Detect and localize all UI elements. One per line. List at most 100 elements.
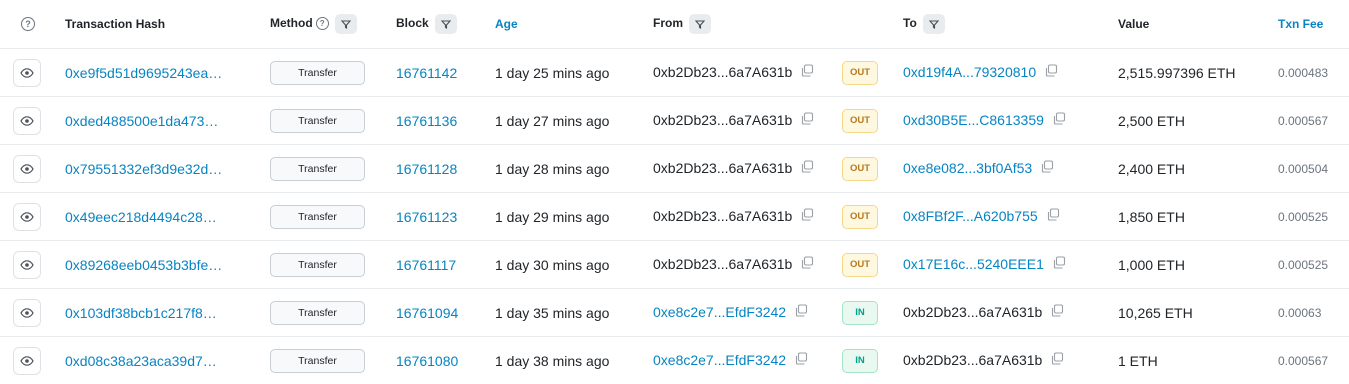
method-filter-icon[interactable] bbox=[334, 14, 357, 34]
view-details-button[interactable] bbox=[13, 250, 41, 279]
to-address-text[interactable]: 0xe8e082...3bf0Af53 bbox=[903, 160, 1032, 176]
copy-icon[interactable] bbox=[800, 255, 814, 274]
method-badge: Transfer bbox=[270, 204, 365, 229]
method-help-icon[interactable]: ? bbox=[315, 17, 329, 31]
to-address-text: 0xb2Db23...6a7A631b bbox=[903, 303, 1043, 320]
value-text: 1,000 ETH bbox=[1118, 256, 1185, 273]
view-details-button[interactable] bbox=[13, 202, 41, 231]
block-link[interactable]: 16761128 bbox=[396, 161, 457, 177]
direction-label: IN bbox=[842, 300, 878, 325]
header-txn-hash: Transaction Hash bbox=[65, 17, 166, 31]
method-label: Transfer bbox=[270, 348, 365, 373]
direction-badge: OUT bbox=[842, 204, 878, 229]
from-address: 0xb2Db23...6a7A631b bbox=[653, 207, 814, 226]
copy-icon[interactable] bbox=[1052, 255, 1066, 274]
header-to-label: To bbox=[903, 16, 917, 31]
header-age-toggle[interactable]: Age bbox=[495, 17, 518, 31]
txn-hash-link[interactable]: 0x89268eeb0453b3bfe… bbox=[65, 257, 222, 273]
copy-icon[interactable] bbox=[800, 63, 814, 82]
txn-fee-text: 0.000504 bbox=[1278, 161, 1329, 176]
table-row: 0x89268eeb0453b3bfe… Transfer 16761117 1 da… bbox=[0, 241, 1349, 289]
txn-hash-link[interactable]: 0xded488500e1da473… bbox=[65, 113, 218, 129]
direction-label: OUT bbox=[842, 252, 878, 277]
age-text: 1 day 38 mins ago bbox=[495, 352, 610, 369]
direction-badge: OUT bbox=[842, 60, 878, 85]
method-badge: Transfer bbox=[270, 300, 365, 325]
view-details-button[interactable] bbox=[13, 346, 41, 375]
value-text: 1,850 ETH bbox=[1118, 208, 1185, 225]
from-address: 0xe8c2e7...EfdF3242 bbox=[653, 351, 808, 370]
block-filter-icon[interactable] bbox=[434, 14, 457, 34]
block-link[interactable]: 16761080 bbox=[396, 353, 458, 369]
direction-label: OUT bbox=[842, 204, 878, 229]
from-address-text: 0xb2Db23...6a7A631b bbox=[653, 159, 793, 176]
to-address-text[interactable]: 0x17E16c...5240EEE1 bbox=[903, 256, 1044, 272]
eye-icon bbox=[13, 298, 41, 327]
copy-icon[interactable] bbox=[800, 159, 814, 178]
copy-icon[interactable] bbox=[1050, 303, 1064, 322]
from-address-text: 0xb2Db23...6a7A631b bbox=[653, 111, 793, 128]
from-address-text[interactable]: 0xe8c2e7...EfdF3242 bbox=[653, 304, 786, 320]
to-address: 0xe8e082...3bf0Af53 bbox=[903, 159, 1054, 178]
age-text: 1 day 29 mins ago bbox=[495, 208, 610, 225]
to-address: 0x8FBf2F...A620b755 bbox=[903, 207, 1060, 226]
copy-icon[interactable] bbox=[1050, 351, 1064, 370]
copy-icon[interactable] bbox=[794, 303, 808, 322]
copy-icon[interactable] bbox=[1046, 207, 1060, 226]
to-filter-icon[interactable] bbox=[922, 14, 945, 34]
view-details-button[interactable] bbox=[13, 298, 41, 327]
table-body: 0xe9f5d51d9695243ea… Transfer 16761142 1 da… bbox=[0, 49, 1349, 384]
header-from-label: From bbox=[653, 16, 683, 31]
block-link[interactable]: 16761123 bbox=[396, 209, 457, 225]
table-row: 0xded488500e1da473… Transfer 16761136 1 day… bbox=[0, 97, 1349, 145]
txn-hash-link[interactable]: 0x103df38bcb1c217f8… bbox=[65, 305, 217, 321]
header-txn-fee-toggle[interactable]: Txn Fee bbox=[1278, 17, 1323, 31]
copy-icon[interactable] bbox=[794, 351, 808, 370]
value-text: 10,265 ETH bbox=[1118, 304, 1193, 321]
from-filter-icon[interactable] bbox=[689, 14, 711, 34]
txn-hash-link[interactable]: 0x49eec218d4494c28… bbox=[65, 209, 217, 225]
block-link[interactable]: 16761117 bbox=[396, 257, 456, 273]
to-address: 0xb2Db23...6a7A631b bbox=[903, 351, 1064, 370]
from-address-text: 0xb2Db23...6a7A631b bbox=[653, 255, 793, 272]
value-text: 2,515.997396 ETH bbox=[1118, 64, 1236, 81]
to-address: 0xd19f4A...79320810 bbox=[903, 63, 1058, 82]
help-icon[interactable]: ? bbox=[21, 15, 35, 33]
table-row: 0xe9f5d51d9695243ea… Transfer 16761142 1 da… bbox=[0, 49, 1349, 97]
txn-hash-link[interactable]: 0xd08c38a23aca39d7… bbox=[65, 353, 217, 369]
to-address: 0xb2Db23...6a7A631b bbox=[903, 303, 1064, 322]
view-details-button[interactable] bbox=[13, 58, 41, 87]
header-from: From bbox=[653, 14, 711, 34]
block-link[interactable]: 16761142 bbox=[396, 65, 457, 81]
copy-icon[interactable] bbox=[1044, 63, 1058, 82]
txn-fee-text: 0.000567 bbox=[1278, 353, 1329, 368]
header-value: Value bbox=[1118, 17, 1150, 31]
copy-icon[interactable] bbox=[800, 207, 814, 226]
view-details-button[interactable] bbox=[13, 154, 41, 183]
eye-icon bbox=[13, 106, 41, 135]
copy-icon[interactable] bbox=[1040, 159, 1054, 178]
to-address-text[interactable]: 0xd30B5E...C8613359 bbox=[903, 112, 1044, 128]
block-link[interactable]: 16761094 bbox=[396, 305, 458, 321]
value-text: 1 ETH bbox=[1118, 352, 1158, 369]
value-text: 2,500 ETH bbox=[1118, 112, 1185, 129]
to-address-text[interactable]: 0x8FBf2F...A620b755 bbox=[903, 208, 1038, 224]
method-badge: Transfer bbox=[270, 348, 365, 373]
header-to: To bbox=[903, 14, 945, 34]
table-row: 0x103df38bcb1c217f8… Transfer 16761094 1 da… bbox=[0, 289, 1349, 337]
txn-fee-text: 0.000525 bbox=[1278, 209, 1329, 224]
eye-icon bbox=[13, 202, 41, 231]
direction-badge: IN bbox=[842, 348, 878, 373]
from-address-text: 0xb2Db23...6a7A631b bbox=[653, 207, 793, 224]
copy-icon[interactable] bbox=[800, 111, 814, 130]
txn-fee-text: 0.000483 bbox=[1278, 65, 1329, 80]
block-link[interactable]: 16761136 bbox=[396, 113, 457, 129]
txn-hash-link[interactable]: 0x79551332ef3d9e32d… bbox=[65, 161, 222, 177]
view-details-button[interactable] bbox=[13, 106, 41, 135]
from-address-text[interactable]: 0xe8c2e7...EfdF3242 bbox=[653, 352, 786, 368]
transactions-table: ? Transaction Hash Method? Block Age Fro… bbox=[0, 0, 1349, 384]
txn-hash-link[interactable]: 0xe9f5d51d9695243ea… bbox=[65, 65, 222, 81]
to-address-text[interactable]: 0xd19f4A...79320810 bbox=[903, 64, 1036, 80]
copy-icon[interactable] bbox=[1052, 111, 1066, 130]
txn-fee-text: 0.00063 bbox=[1278, 305, 1322, 320]
